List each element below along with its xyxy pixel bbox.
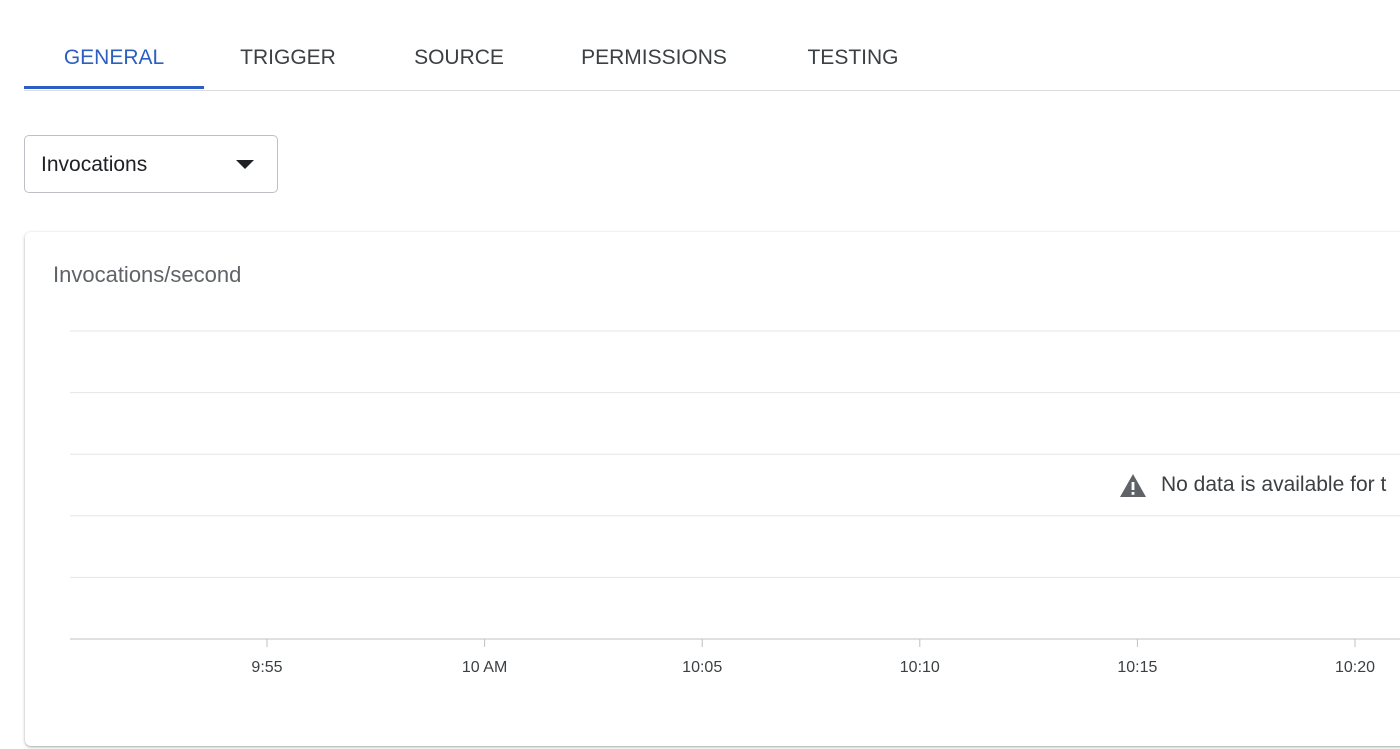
tab-bar: GENERAL TRIGGER SOURCE PERMISSIONS TESTI…: [24, 0, 1400, 91]
x-tick-label: 10:10: [900, 659, 940, 676]
x-tick-label: 9:55: [251, 659, 282, 676]
chart-card: Invocations/second 9:55 10 AM 10:05 10:10 10…: [25, 232, 1400, 746]
warning-icon: [1120, 474, 1146, 497]
active-tab-indicator: [24, 86, 204, 89]
x-tick-label: 10:05: [682, 659, 722, 676]
metric-select[interactable]: Invocations: [24, 135, 278, 193]
metric-select-value: Invocations: [41, 153, 148, 176]
tab-general[interactable]: GENERAL: [24, 0, 204, 89]
tab-trigger[interactable]: TRIGGER: [220, 0, 356, 89]
x-tick-label: 10 AM: [462, 659, 507, 676]
tab-testing[interactable]: TESTING: [794, 0, 912, 89]
x-tick-label: 10:20: [1335, 659, 1375, 676]
tab-permissions[interactable]: PERMISSIONS: [572, 0, 736, 89]
x-tick-label: 10:15: [1117, 659, 1157, 676]
tab-source[interactable]: SOURCE: [394, 0, 524, 89]
no-data-message: No data is available for t: [1161, 473, 1387, 496]
arrow-drop-down-icon: [236, 160, 254, 169]
